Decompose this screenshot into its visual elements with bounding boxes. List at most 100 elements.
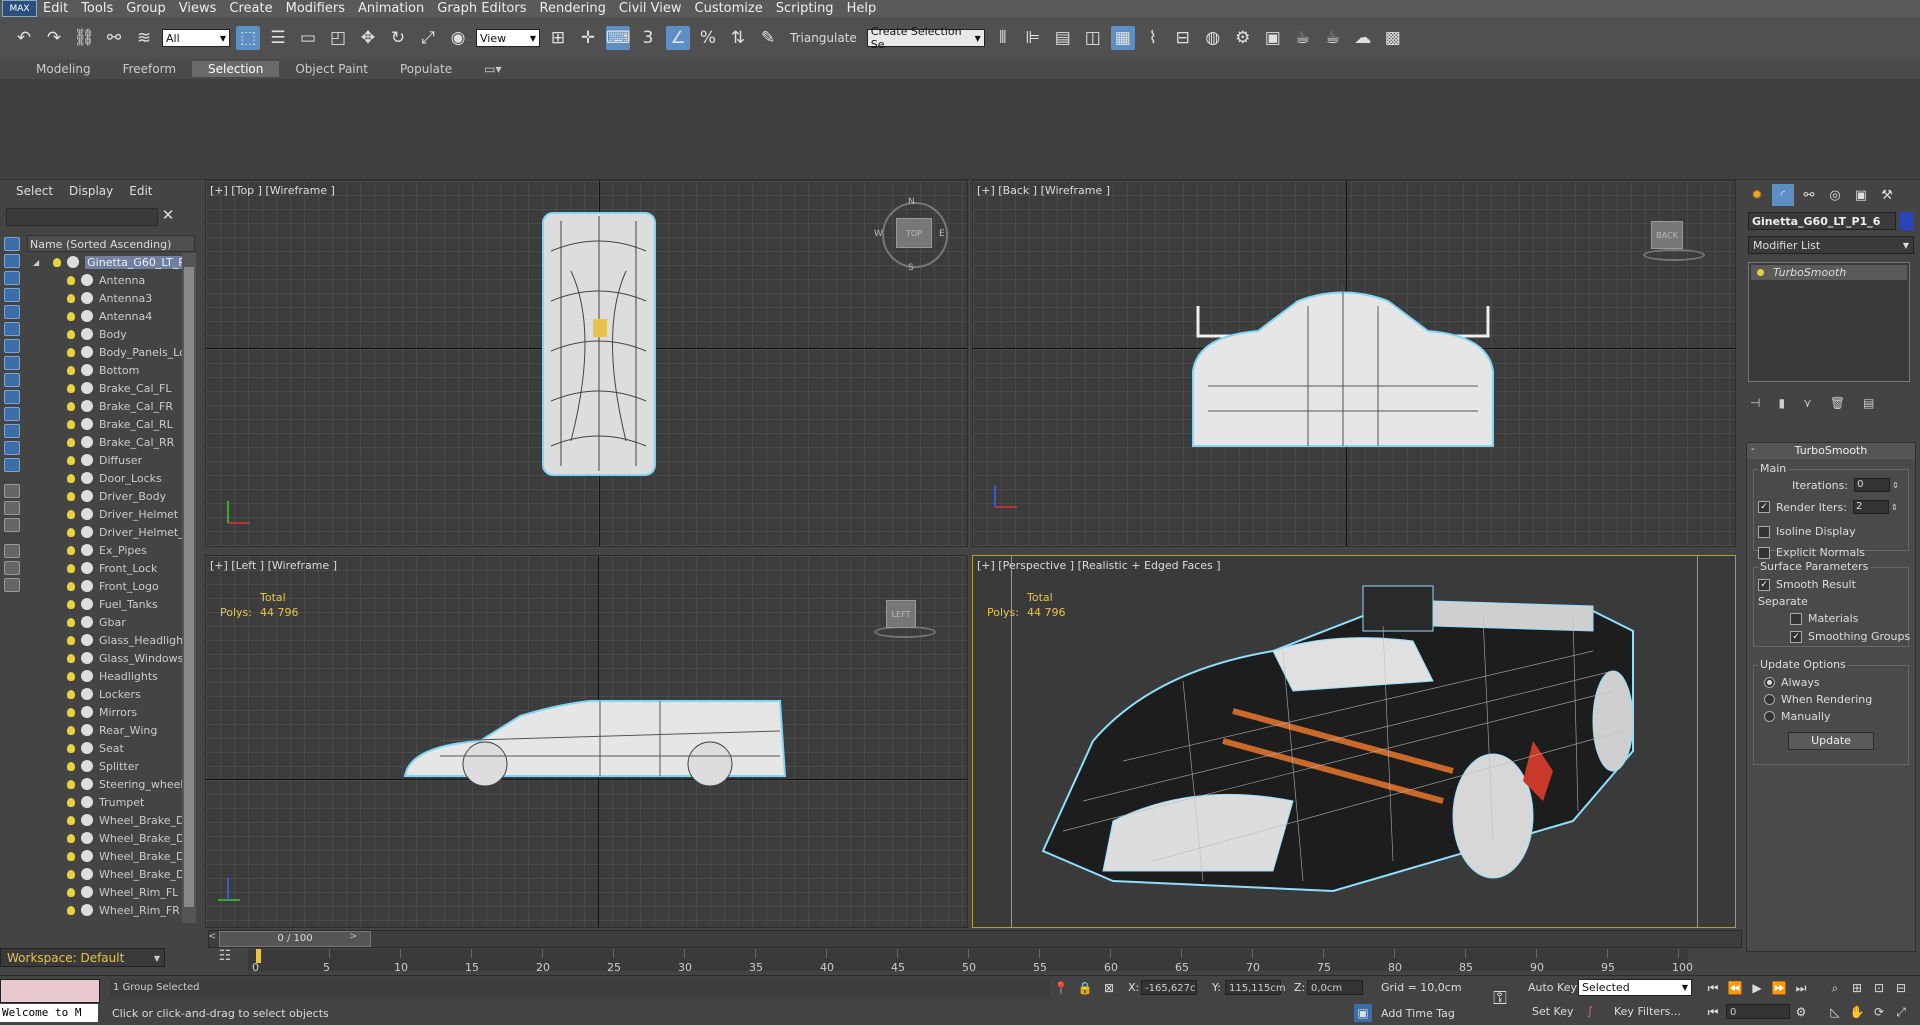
show-end-result-icon[interactable]: ▮ bbox=[1778, 396, 1785, 410]
explorer-menu-edit[interactable]: Edit bbox=[129, 184, 164, 198]
lightbulb-icon[interactable] bbox=[67, 383, 75, 393]
list-item[interactable]: Antenna bbox=[27, 271, 182, 289]
lightbulb-icon[interactable] bbox=[67, 653, 75, 663]
display-bones-icon[interactable] bbox=[4, 407, 20, 421]
materials-option[interactable]: Materials bbox=[1790, 612, 1858, 625]
y-coordinate-field[interactable]: 115,115cm bbox=[1225, 980, 1286, 995]
list-item[interactable]: Seat bbox=[27, 739, 182, 757]
modifier-list-dropdown[interactable]: Modifier List ▼ bbox=[1748, 236, 1914, 254]
current-frame-field[interactable]: 0 bbox=[1726, 1004, 1790, 1019]
lightbulb-icon[interactable] bbox=[67, 599, 75, 609]
list-item[interactable]: Driver_Helmet_V bbox=[27, 523, 182, 541]
triangulate-label[interactable]: Triangulate bbox=[786, 31, 861, 45]
column-header-name[interactable]: Name (Sorted Ascending) bbox=[27, 235, 195, 252]
list-page-icon[interactable] bbox=[4, 501, 20, 515]
object-name-field[interactable]: Ginetta_G60_LT_P1_6 bbox=[1748, 212, 1896, 230]
list-item[interactable]: Antenna3 bbox=[27, 289, 182, 307]
isolate-selection-icon[interactable]: 📍 bbox=[1052, 979, 1070, 997]
display-frozen-icon[interactable] bbox=[4, 441, 20, 455]
list-item[interactable]: Front_Logo bbox=[27, 577, 182, 595]
tab-populate[interactable]: Populate bbox=[384, 61, 468, 77]
selection-filter-dropdown[interactable]: All ▼ bbox=[162, 29, 230, 47]
workspace-dropdown[interactable]: Workspace: Default ▼ bbox=[0, 948, 165, 967]
menu-help[interactable]: Help bbox=[847, 1, 890, 16]
app-logo[interactable]: MAX bbox=[2, 0, 37, 17]
update-always-radio[interactable]: Always bbox=[1764, 676, 1820, 689]
list-item[interactable]: Brake_Cal_FL bbox=[27, 379, 182, 397]
car-wireframe-left[interactable] bbox=[400, 686, 810, 786]
layer-list-icon[interactable] bbox=[4, 518, 20, 532]
render-production-icon[interactable]: ☕ bbox=[1291, 26, 1315, 50]
viewport-top-label[interactable]: [+] [Top ] [Wireframe ] bbox=[210, 184, 335, 197]
display-tab-icon[interactable]: ▣ bbox=[1850, 184, 1872, 206]
zoom-all-icon[interactable]: ⊞ bbox=[1848, 979, 1866, 997]
time-slider[interactable]: 0 / 100 < > bbox=[208, 930, 1742, 948]
display-helpers-icon[interactable] bbox=[4, 339, 20, 353]
viewcube-ring[interactable] bbox=[1643, 249, 1705, 261]
play-icon[interactable]: ▶ bbox=[1748, 979, 1766, 997]
display-all-icon[interactable] bbox=[4, 254, 20, 268]
list-item[interactable]: Brake_Cal_RL bbox=[27, 415, 182, 433]
bind-spacewarp-icon[interactable]: ≋ bbox=[132, 26, 156, 50]
select-manipulate-icon[interactable]: ✛ bbox=[576, 26, 600, 50]
keyboard-shortcut-override-icon[interactable]: ⌨ bbox=[606, 26, 630, 50]
sort-list-icon[interactable] bbox=[4, 484, 20, 498]
lightbulb-icon[interactable] bbox=[67, 563, 75, 573]
modify-tab-icon[interactable]: ◜ bbox=[1772, 184, 1794, 206]
display-lights-icon[interactable] bbox=[4, 305, 20, 319]
list-item[interactable]: Gbar bbox=[27, 613, 182, 631]
absolute-mode-icon[interactable]: ⊠ bbox=[1100, 979, 1118, 997]
render-iters-checkbox[interactable]: ✓ bbox=[1758, 501, 1770, 513]
pin-stack-icon[interactable]: ⊣ bbox=[1750, 396, 1760, 410]
viewcube-left[interactable]: LEFT bbox=[886, 600, 916, 628]
menu-modifiers[interactable]: Modifiers bbox=[286, 1, 358, 16]
list-item[interactable]: Rear_Wing bbox=[27, 721, 182, 739]
list-item[interactable]: Driver_Helmet bbox=[27, 505, 182, 523]
ribbon-toggle-icon[interactable]: ▦ bbox=[1110, 26, 1135, 50]
track-bar[interactable]: 0 5 10 15 20 25 30 35 40 45 50 55 60 65 70 75 80 85 90 95 10… bbox=[248, 949, 1693, 974]
lightbulb-icon[interactable] bbox=[67, 347, 75, 357]
lightbulb-icon[interactable] bbox=[67, 743, 75, 753]
tab-object-paint[interactable]: Object Paint bbox=[279, 61, 384, 77]
lightbulb-icon[interactable] bbox=[67, 311, 75, 321]
time-tag-icon[interactable]: ▣ bbox=[1354, 1004, 1372, 1022]
list-item[interactable]: Wheel_Brake_Di bbox=[27, 811, 182, 829]
explicit-normals-option[interactable]: Explicit Normals bbox=[1758, 546, 1865, 559]
key-mode-toggle-icon[interactable]: ⏮ bbox=[1704, 1003, 1722, 1021]
utilities-tab-icon[interactable]: ⚒ bbox=[1876, 184, 1898, 206]
lightbulb-icon[interactable] bbox=[67, 365, 75, 375]
explorer-search-input[interactable] bbox=[6, 208, 158, 226]
menu-views[interactable]: Views bbox=[179, 1, 230, 16]
tab-freeform[interactable]: Freeform bbox=[107, 61, 192, 77]
schematic-view-icon[interactable]: ⊟ bbox=[1171, 26, 1195, 50]
display-containers-icon[interactable] bbox=[4, 424, 20, 438]
lightbulb-icon[interactable] bbox=[67, 473, 75, 483]
lightbulb-icon[interactable] bbox=[67, 491, 75, 501]
display-spacewarps-icon[interactable] bbox=[4, 356, 20, 370]
rollout-collapse-icon[interactable]: - bbox=[1751, 444, 1755, 455]
expand-icon[interactable]: ◢ bbox=[33, 258, 39, 267]
lightbulb-icon[interactable] bbox=[67, 455, 75, 465]
material-editor-icon[interactable]: ◍ bbox=[1201, 26, 1225, 50]
list-item[interactable]: Brake_Cal_FR bbox=[27, 397, 182, 415]
list-item[interactable]: Brake_Cal_RR bbox=[27, 433, 182, 451]
zoom-extents-all-icon[interactable]: ⊟ bbox=[1892, 979, 1910, 997]
lightbulb-icon[interactable] bbox=[67, 437, 75, 447]
viewport-perspective[interactable]: [+] [Perspective ] [Realistic + Edged Fa… bbox=[972, 555, 1736, 928]
reference-coordinate-dropdown[interactable]: View ▼ bbox=[476, 29, 540, 47]
menu-edit[interactable]: Edit bbox=[43, 1, 81, 16]
maxscript-mini-listener[interactable] bbox=[0, 979, 100, 1003]
menu-customize[interactable]: Customize bbox=[695, 1, 776, 16]
list-item[interactable]: Diffuser bbox=[27, 451, 182, 469]
link-icon[interactable]: ⛓ bbox=[72, 26, 96, 50]
list-item[interactable]: Antenna4 bbox=[27, 307, 182, 325]
viewport-top[interactable]: [+] [Top ] [Wireframe ] TOP N S E W bbox=[205, 180, 968, 547]
field-of-view-icon[interactable]: ◺ bbox=[1826, 1003, 1844, 1021]
list-item[interactable]: Driver_Body bbox=[27, 487, 182, 505]
mini-curve-editor-icon[interactable]: ☷ bbox=[214, 948, 236, 970]
list-item[interactable]: Splitter bbox=[27, 757, 182, 775]
update-when-rendering-radio[interactable]: When Rendering bbox=[1764, 693, 1872, 706]
list-item[interactable]: Trumpet bbox=[27, 793, 182, 811]
options-icon[interactable] bbox=[4, 578, 20, 592]
display-geometry-icon[interactable] bbox=[4, 271, 20, 285]
